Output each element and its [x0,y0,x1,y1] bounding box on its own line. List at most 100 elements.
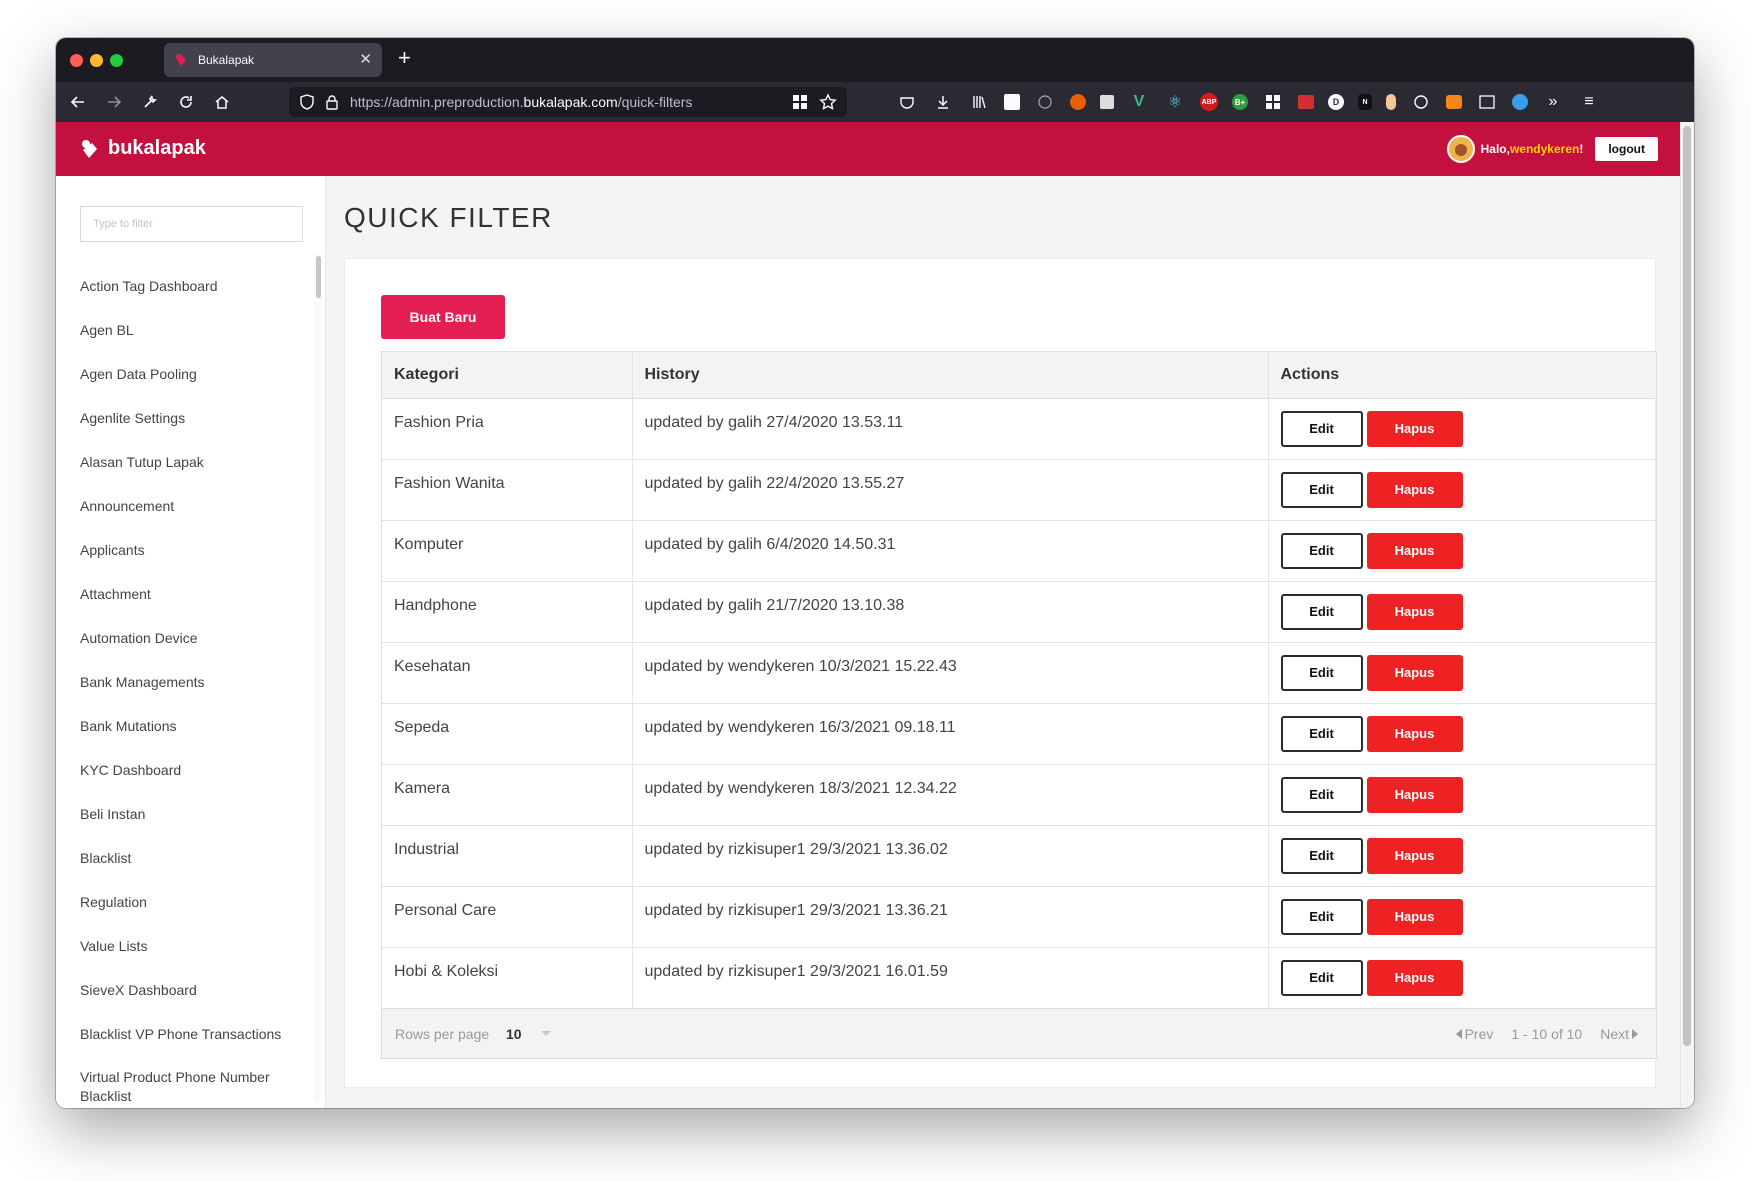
pocket-icon[interactable] [896,91,918,113]
logout-button[interactable]: logout [1595,137,1658,161]
sidebar-item-alasan-tutup-lapak[interactable]: Alasan Tutup Lapak [80,440,300,484]
download-icon[interactable] [932,91,954,113]
qr-code-icon[interactable] [1004,94,1020,110]
minimize-window-button[interactable] [90,54,103,67]
vue-devtools-icon[interactable]: V [1128,91,1150,113]
hapus-button[interactable]: Hapus [1366,898,1463,935]
adblock-plus-icon[interactable]: ABP [1200,93,1218,111]
hapus-button[interactable]: Hapus [1366,410,1463,447]
edit-button[interactable]: Edit [1280,776,1363,813]
edit-button[interactable]: Edit [1280,898,1363,935]
edit-button[interactable]: Edit [1280,532,1363,569]
sidebar-item-regulation[interactable]: Regulation [80,880,300,924]
react-devtools-icon[interactable]: ⚛ [1164,91,1186,113]
honey-ext-icon[interactable] [1386,94,1396,110]
rows-per-page-select[interactable]: 10 [506,1026,522,1042]
edit-button[interactable]: Edit [1280,593,1363,630]
hapus-button[interactable]: Hapus [1366,837,1463,874]
sidebar-item-bank-mutations[interactable]: Bank Mutations [80,704,300,748]
bukalapak-logo[interactable]: bukalapak [80,137,206,160]
sidebar-item-agen-bl[interactable]: Agen BL [80,308,300,352]
sidebar-scrollbar-track[interactable] [314,252,322,1102]
table-row: Industrial updated by rizkisuper1 29/3/20… [382,824,1656,886]
hapus-button[interactable]: Hapus [1366,959,1463,996]
chevron-down-icon[interactable] [541,1031,551,1036]
address-bar[interactable]: https://admin.preproduction.bukalapak.co… [289,87,847,117]
buat-baru-button[interactable]: Buat Baru [381,295,505,339]
sidebar-item-blacklist-vp-phone-transactions[interactable]: Blacklist VP Phone Transactions [80,1012,300,1056]
browser-tab[interactable]: Bukalapak ✕ [164,43,382,77]
sidebar-item-bank-managements[interactable]: Bank Managements [80,660,300,704]
reader-view-icon[interactable] [1476,91,1498,113]
sidebar-item-kyc-dashboard[interactable]: KYC Dashboard [80,748,300,792]
column-header-history[interactable]: History [631,352,1268,399]
cell-history: updated by rizkisuper1 29/3/2021 13.36.0… [631,824,1268,886]
avatar[interactable] [1446,135,1475,163]
reload-icon[interactable] [174,90,198,114]
firefox-ext-icon[interactable] [1070,94,1086,110]
username: wendykeren [1509,142,1580,156]
image-ext-icon[interactable] [1100,95,1114,109]
next-page-button[interactable]: Next [1600,1026,1638,1042]
hapus-button[interactable]: Hapus [1366,654,1463,691]
prev-page-button[interactable]: Prev [1455,1026,1493,1042]
lock-icon[interactable] [325,94,339,110]
n-ext-icon[interactable]: N [1358,94,1372,110]
close-tab-icon[interactable]: ✕ [359,50,372,68]
column-header-kategori[interactable]: Kategori [382,352,632,399]
sidebar-filter-input[interactable] [80,206,303,242]
badge-ext-icon[interactable] [1298,95,1314,109]
edit-button[interactable]: Edit [1280,959,1363,996]
shield-icon[interactable] [299,94,315,110]
sidebar-item-agenlite-settings[interactable]: Agenlite Settings [80,396,300,440]
new-tab-button[interactable]: + [398,47,411,69]
library-icon[interactable] [968,91,990,113]
home-icon[interactable] [210,90,234,114]
wrench-icon[interactable] [138,90,162,114]
qr-grid-icon[interactable] [792,94,808,110]
sidebar-item-virtual-product-phone-number-blacklist[interactable]: Virtual Product Phone Number Blacklist [80,1056,300,1104]
forward-arrow-icon[interactable] [102,90,126,114]
sidebar-item-automation-device[interactable]: Automation Device [80,616,300,660]
hamburger-menu-icon[interactable]: ≡ [1578,91,1600,113]
table-row: Fashion Wanita updated by galih 22/4/2020… [382,458,1656,520]
sidebar-item-sievex-dashboard[interactable]: SieveX Dashboard [80,968,300,1012]
sidebar-item-value-lists[interactable]: Value Lists [80,924,300,968]
close-window-button[interactable] [70,54,83,67]
cell-history: updated by rizkisuper1 29/3/2021 13.36.2… [631,885,1268,947]
sidebar-item-applicants[interactable]: Applicants [80,528,300,572]
apps-grid-icon[interactable] [1262,91,1284,113]
translate-icon[interactable] [1034,91,1056,113]
back-arrow-icon[interactable] [66,90,90,114]
page-scrollbar-thumb[interactable] [1683,126,1691,1046]
table-row: Handphone updated by galih 21/7/2020 13.1… [382,580,1656,642]
cookie-icon[interactable] [1410,91,1432,113]
sidebar-item-agen-data-pooling[interactable]: Agen Data Pooling [80,352,300,396]
overflow-chevrons-icon[interactable]: » [1542,91,1564,113]
compass-ext-icon[interactable] [1512,94,1528,110]
sidebar: Action Tag Dashboard Agen BL Agen Data P… [56,176,326,1108]
sidebar-item-beli-instan[interactable]: Beli Instan [80,792,300,836]
sidebar-item-blacklist[interactable]: Blacklist [80,836,300,880]
sidebar-item-announcement[interactable]: Announcement [80,484,300,528]
sidebar-scrollbar-thumb[interactable] [316,256,321,298]
hapus-button[interactable]: Hapus [1366,593,1463,630]
table-row: Hobi & Koleksi updated by rizkisuper1 29/… [382,946,1656,1008]
edit-button[interactable]: Edit [1280,471,1363,508]
sidebar-item-attachment[interactable]: Attachment [80,572,300,616]
bookmark-star-icon[interactable] [819,93,837,111]
hapus-button[interactable]: Hapus [1366,715,1463,752]
metamask-fox-icon[interactable] [1446,95,1462,109]
edit-button[interactable]: Edit [1280,715,1363,752]
sidebar-item-action-tag-dashboard[interactable]: Action Tag Dashboard [80,264,300,308]
edit-button[interactable]: Edit [1280,837,1363,874]
hapus-button[interactable]: Hapus [1366,532,1463,569]
edit-button[interactable]: Edit [1280,410,1363,447]
hapus-button[interactable]: Hapus [1366,776,1463,813]
b-plus-icon[interactable]: B+ [1232,94,1248,110]
zoom-window-button[interactable] [110,54,123,67]
edit-button[interactable]: Edit [1280,654,1363,691]
d-ext-icon[interactable]: D [1328,94,1344,110]
hapus-button[interactable]: Hapus [1366,471,1463,508]
tab-title: Bukalapak [198,53,255,67]
